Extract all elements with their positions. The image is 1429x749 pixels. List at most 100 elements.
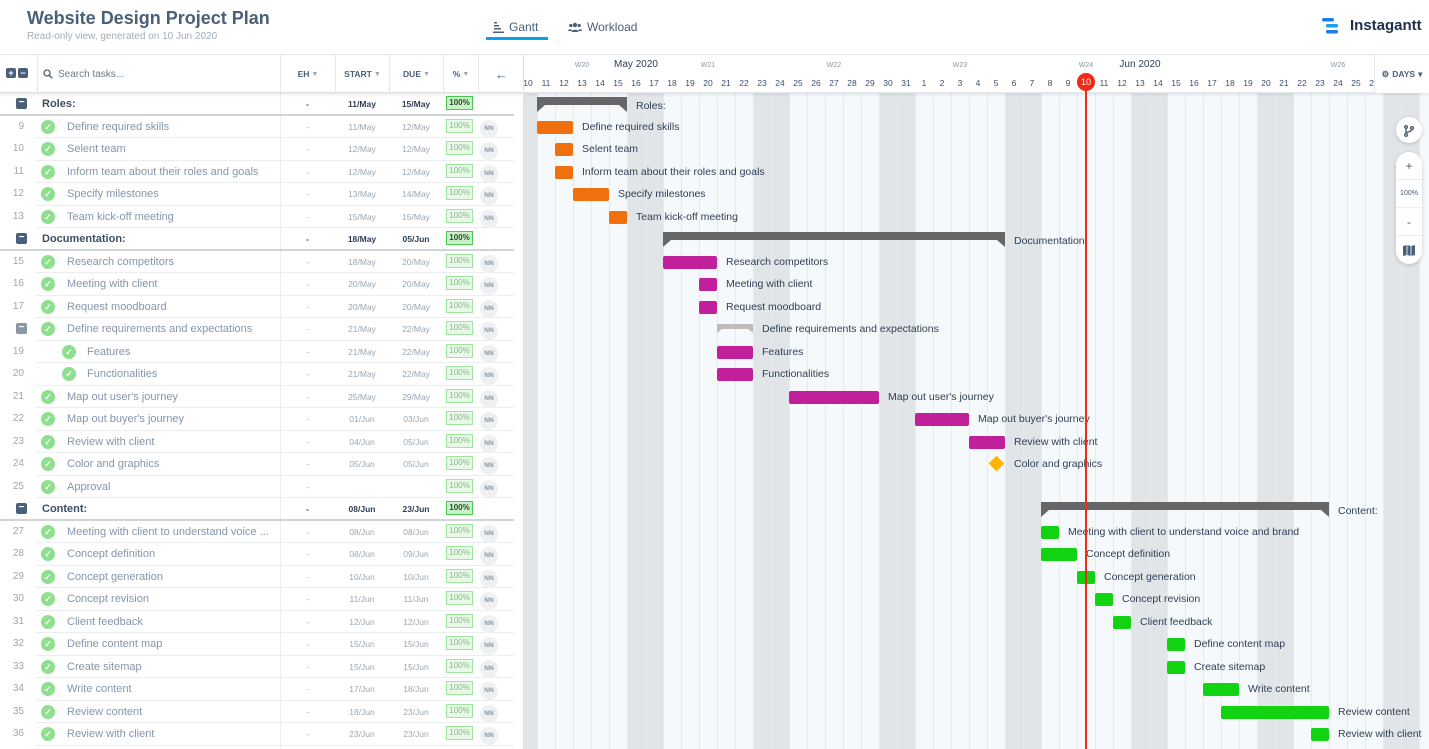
table-row[interactable]: 27 ✓ Meeting with client to understand voi… — [0, 521, 523, 543]
task-name[interactable]: Selent team — [67, 143, 278, 155]
column-header-eh[interactable]: EH ▼ — [280, 55, 335, 93]
summary-bar[interactable] — [537, 97, 627, 112]
task-name[interactable]: Request moodboard — [67, 301, 278, 313]
map-icon[interactable] — [1396, 236, 1422, 264]
task-bar[interactable] — [717, 345, 753, 359]
table-row[interactable]: 15 ✓ Research competitors - 18/May 20/May 100%… — [0, 251, 523, 273]
table-row[interactable]: 34 ✓ Write content - 17/Jun 18/Jun 100% NN — [0, 678, 523, 701]
table-row[interactable]: 19 ✓ Features - 21/May 22/May 100% NN — [0, 341, 523, 363]
table-row[interactable]: 11 ✓ Inform team about their roles and goa… — [0, 161, 523, 183]
avatar[interactable]: NN — [480, 299, 498, 318]
avatar[interactable]: NN — [480, 322, 498, 340]
table-row[interactable]: 29 ✓ Concept generation - 10/Jun 10/Jun 100% NN — [0, 566, 523, 588]
check-circle-icon[interactable]: ✓ — [41, 524, 55, 539]
task-name[interactable]: Create sitemap — [67, 661, 278, 673]
collapse-group-icon[interactable]: − — [16, 233, 27, 244]
task-name[interactable]: Review with client — [67, 436, 278, 448]
table-row[interactable]: 25 ✓ Approval - 100% NN — [0, 476, 523, 498]
avatar[interactable]: NN — [480, 659, 498, 678]
check-circle-icon[interactable]: ✓ — [41, 412, 55, 426]
table-row[interactable]: 13 ✓ Team kick-off meeting - 15/May 15/May 100… — [0, 206, 523, 228]
task-bar[interactable] — [1167, 660, 1185, 674]
avatar[interactable]: NN — [480, 367, 498, 385]
group-row[interactable]: − Documentation: - 18/May 05/Jun 100% — [0, 228, 523, 251]
filter-icon[interactable]: ▼ — [423, 71, 430, 78]
group-row[interactable]: − Roles: - 11/May 15/May 100% — [0, 93, 523, 116]
task-name[interactable]: Concept definition — [67, 548, 278, 560]
task-bar[interactable] — [1311, 728, 1329, 741]
check-circle-icon[interactable]: ✓ — [41, 637, 55, 651]
avatar[interactable]: NN — [480, 704, 498, 723]
search-input[interactable] — [58, 68, 258, 80]
task-bar[interactable] — [1167, 638, 1185, 651]
task-name[interactable]: Approval — [67, 481, 278, 493]
check-circle-icon[interactable]: ✓ — [41, 299, 55, 314]
summary-bar[interactable] — [663, 232, 1005, 247]
check-circle-icon[interactable]: ✓ — [41, 547, 55, 561]
task-bar[interactable] — [969, 435, 1005, 449]
task-name[interactable]: Write content — [67, 683, 278, 695]
task-bar[interactable] — [1041, 548, 1077, 561]
table-row[interactable]: 10 ✓ Selent team - 12/May 12/May 100% NN — [0, 138, 523, 161]
task-name[interactable]: Color and graphics — [67, 458, 278, 470]
scale-selector[interactable]: ⚙ DAYS ▾ — [1374, 55, 1429, 93]
task-name[interactable]: Map out buyer's journey — [67, 413, 278, 425]
check-circle-icon[interactable]: ✓ — [41, 187, 55, 201]
check-circle-icon[interactable]: ✓ — [41, 119, 55, 134]
filter-icon[interactable]: ▼ — [462, 71, 469, 78]
task-bar[interactable] — [573, 188, 609, 201]
check-circle-icon[interactable]: ✓ — [41, 614, 55, 629]
avatar[interactable]: NN — [480, 457, 498, 475]
avatar[interactable]: NN — [480, 412, 498, 430]
avatar[interactable]: NN — [480, 142, 498, 160]
table-row[interactable]: 28 ✓ Concept definition - 08/Jun 09/Jun 100% NN — [0, 543, 523, 566]
task-bar[interactable] — [1041, 525, 1059, 539]
check-circle-icon[interactable]: ✓ — [41, 164, 55, 179]
task-bar[interactable] — [537, 120, 573, 134]
check-circle-icon[interactable]: ✓ — [41, 704, 55, 719]
task-name[interactable]: Map out user's journey — [67, 391, 278, 403]
subgroup-bar[interactable] — [717, 324, 753, 333]
task-name[interactable]: Team kick-off meeting — [67, 211, 278, 223]
avatar[interactable]: NN — [480, 614, 498, 633]
tab-workload[interactable]: Workload — [568, 20, 637, 34]
avatar[interactable]: NN — [480, 727, 498, 745]
task-name[interactable]: Documentation: — [42, 233, 278, 245]
table-row[interactable]: 35 ✓ Review content - 18/Jun 23/Jun 100% NN — [0, 701, 523, 723]
table-row[interactable]: 24 ✓ Color and graphics - 05/Jun 05/Jun 100% NN — [0, 453, 523, 476]
task-bar[interactable] — [1113, 615, 1131, 629]
column-header-start[interactable]: START ▼ — [335, 55, 389, 93]
check-circle-icon[interactable]: ✓ — [41, 322, 55, 336]
check-circle-icon[interactable]: ✓ — [41, 142, 55, 156]
check-circle-icon[interactable]: ✓ — [41, 277, 55, 291]
avatar[interactable]: NN — [480, 479, 498, 498]
task-bar[interactable] — [1203, 683, 1239, 696]
task-name[interactable]: Inform team about their roles and goals — [67, 166, 278, 178]
check-circle-icon[interactable]: ✓ — [41, 659, 55, 674]
avatar[interactable]: NN — [480, 254, 498, 273]
check-circle-icon[interactable]: ✓ — [41, 209, 55, 224]
task-name[interactable]: Meeting with client to understand voice … — [67, 526, 278, 538]
table-row[interactable]: 16 ✓ Meeting with client - 20/May 20/May 100% N… — [0, 273, 523, 296]
task-name[interactable]: Define content map — [67, 638, 278, 650]
filter-icon[interactable]: ▼ — [374, 71, 381, 78]
task-bar[interactable] — [663, 255, 717, 269]
avatar[interactable]: NN — [480, 389, 498, 408]
avatar[interactable]: NN — [480, 164, 498, 183]
collapse-all-icon[interactable]: − — [18, 68, 28, 78]
tab-gantt[interactable]: Gantt — [493, 20, 538, 34]
task-bar[interactable] — [717, 368, 753, 381]
check-circle-icon[interactable]: ✓ — [41, 569, 55, 584]
table-row[interactable]: 21 ✓ Map out user's journey - 25/May 29/May 10… — [0, 386, 523, 408]
task-bar[interactable] — [555, 143, 573, 156]
instagantt-logo[interactable]: Instagantt — [1322, 17, 1422, 34]
check-circle-icon[interactable]: ✓ — [41, 254, 55, 269]
task-bar[interactable] — [699, 278, 717, 291]
collapse-table-button[interactable]: ← — [478, 55, 523, 93]
task-name[interactable]: Features — [87, 346, 278, 358]
avatar[interactable]: NN — [480, 187, 498, 205]
task-name[interactable]: Client feedback — [67, 616, 278, 628]
check-circle-icon[interactable]: ✓ — [41, 457, 55, 471]
task-name[interactable]: Functionalities — [87, 368, 278, 380]
filter-icon[interactable]: ▼ — [311, 71, 318, 78]
